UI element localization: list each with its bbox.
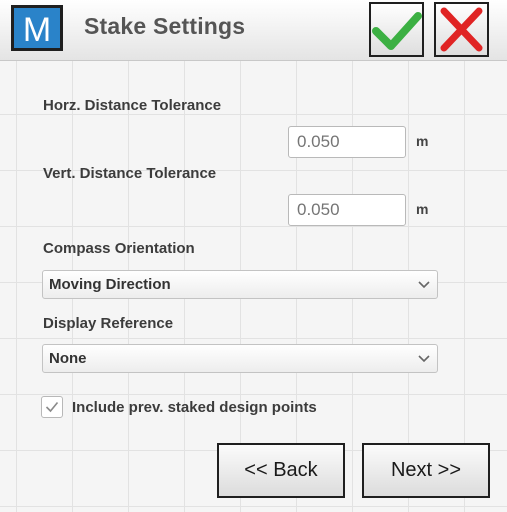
include-prev-staked-label[interactable]: Include prev. staked design points bbox=[72, 399, 317, 416]
horz-tolerance-input[interactable] bbox=[288, 126, 406, 158]
horz-tolerance-label: Horz. Distance Tolerance bbox=[43, 97, 222, 114]
close-icon bbox=[440, 7, 483, 52]
confirm-button[interactable] bbox=[369, 2, 424, 57]
checkmark-icon bbox=[372, 12, 422, 50]
app-logo: M bbox=[11, 5, 63, 51]
checkmark-icon bbox=[45, 401, 59, 413]
horz-tolerance-unit: m bbox=[416, 133, 429, 149]
chevron-down-icon bbox=[418, 281, 430, 289]
next-button[interactable]: Next >> bbox=[362, 443, 490, 498]
compass-orientation-value: Moving Direction bbox=[49, 276, 171, 293]
chevron-down-icon bbox=[418, 355, 430, 363]
app-logo-letter: M bbox=[23, 11, 51, 48]
page-title: Stake Settings bbox=[84, 13, 246, 39]
compass-orientation-select[interactable]: Moving Direction bbox=[42, 270, 438, 299]
vert-tolerance-unit: m bbox=[416, 201, 429, 217]
display-reference-label: Display Reference bbox=[43, 315, 174, 332]
display-reference-value: None bbox=[49, 350, 87, 367]
include-prev-staked-checkbox[interactable] bbox=[41, 396, 63, 418]
vert-tolerance-input[interactable] bbox=[288, 194, 406, 226]
back-button[interactable]: << Back bbox=[217, 443, 345, 498]
header-bar: M Stake Settings bbox=[0, 0, 507, 61]
vert-tolerance-label: Vert. Distance Tolerance bbox=[43, 165, 217, 182]
cancel-button[interactable] bbox=[434, 2, 489, 57]
compass-orientation-label: Compass Orientation bbox=[43, 240, 195, 257]
display-reference-select[interactable]: None bbox=[42, 344, 438, 373]
